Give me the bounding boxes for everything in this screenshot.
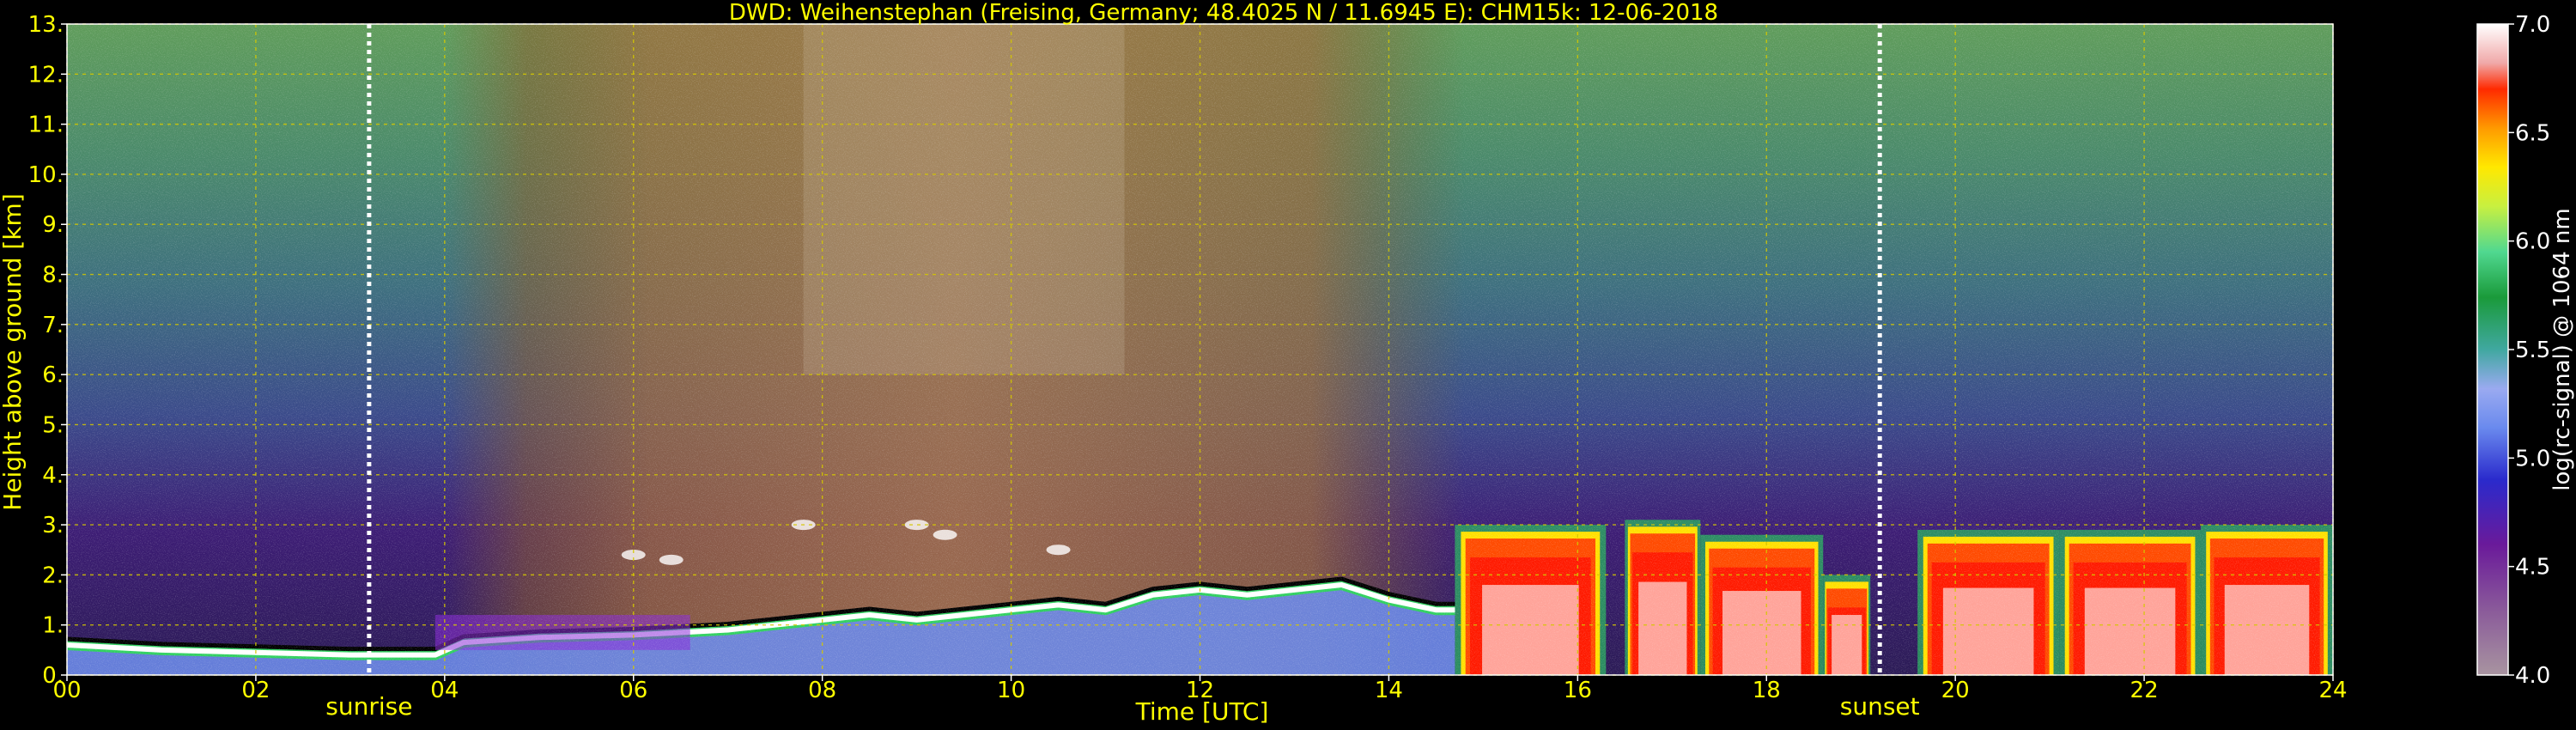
x-tick-label: 18 bbox=[1753, 678, 1781, 703]
x-tick-label: 06 bbox=[619, 678, 647, 703]
colorbar-gradient bbox=[2477, 24, 2508, 675]
y-tick-label: 1. bbox=[42, 613, 64, 639]
y-tick-label: 4. bbox=[42, 463, 64, 489]
x-tick-label: 08 bbox=[808, 678, 836, 703]
x-tick-label: 04 bbox=[430, 678, 459, 703]
colorbar-tick-label: 5.5 bbox=[2515, 338, 2550, 363]
annotation-sunrise: sunrise bbox=[325, 692, 412, 721]
y-tick-label: 12. bbox=[28, 62, 64, 88]
x-tick-label: 14 bbox=[1375, 678, 1403, 703]
y-tick-label: 3. bbox=[42, 513, 64, 538]
y-tick-label: 11. bbox=[28, 113, 64, 138]
colorbar-tick-label: 4.0 bbox=[2515, 663, 2550, 689]
y-tick-label: 7. bbox=[42, 313, 64, 338]
colorbar-ticks: 4.0 4.5 5.0 5.5 6.0 6.5 7.0 bbox=[2508, 12, 2550, 689]
x-axis-label: Time [UTC] bbox=[1135, 697, 1269, 726]
x-tick-label: 24 bbox=[2318, 678, 2347, 703]
y-axis-label: Height above ground [km] bbox=[0, 193, 27, 511]
x-tick-label: 22 bbox=[2130, 678, 2159, 703]
colorbar-tick-label: 5.0 bbox=[2515, 446, 2550, 471]
chart-title: DWD: Weihenstephan (Freising, Germany; 4… bbox=[729, 0, 1718, 26]
x-tick-label: 02 bbox=[241, 678, 270, 703]
y-tick-label: 2. bbox=[42, 563, 64, 588]
y-axis-ticks: 0. 1. 2. 3. 4. 5. 6. 7. 8. 9. 10. 11. 12. 13. bbox=[28, 12, 67, 689]
x-tick-label: 20 bbox=[1941, 678, 1970, 703]
sun-annotations: sunrise sunset bbox=[325, 692, 1919, 721]
colorbar-tick-label: 6.0 bbox=[2515, 229, 2550, 255]
colorbar: 4.0 4.5 5.0 5.5 6.0 6.5 7.0 log(rc-signal) @ 1… bbox=[2476, 12, 2575, 689]
y-tick-label: 5. bbox=[42, 412, 64, 438]
annotation-sunset: sunset bbox=[1840, 692, 1920, 721]
colorbar-tick-label: 4.5 bbox=[2515, 555, 2550, 581]
y-tick-label: 9. bbox=[42, 212, 64, 238]
x-tick-label: 16 bbox=[1564, 678, 1592, 703]
x-tick-label: 10 bbox=[997, 678, 1025, 703]
colorbar-tick-label: 7.0 bbox=[2515, 12, 2550, 38]
y-tick-label: 13. bbox=[28, 12, 64, 38]
y-tick-label: 6. bbox=[42, 362, 64, 388]
colorbar-tick-label: 6.5 bbox=[2515, 120, 2550, 146]
colorbar-label: log(rc-signal) @ 1064 nm bbox=[2549, 208, 2575, 490]
y-tick-label: 0. bbox=[42, 663, 64, 689]
y-tick-label: 10. bbox=[28, 162, 64, 188]
ceilometer-chart: 00 02 04 06 08 10 12 14 16 18 20 22 24 0.1.2.3.4.5.6… bbox=[0, 0, 2575, 726]
y-tick-label: 8. bbox=[42, 263, 64, 289]
